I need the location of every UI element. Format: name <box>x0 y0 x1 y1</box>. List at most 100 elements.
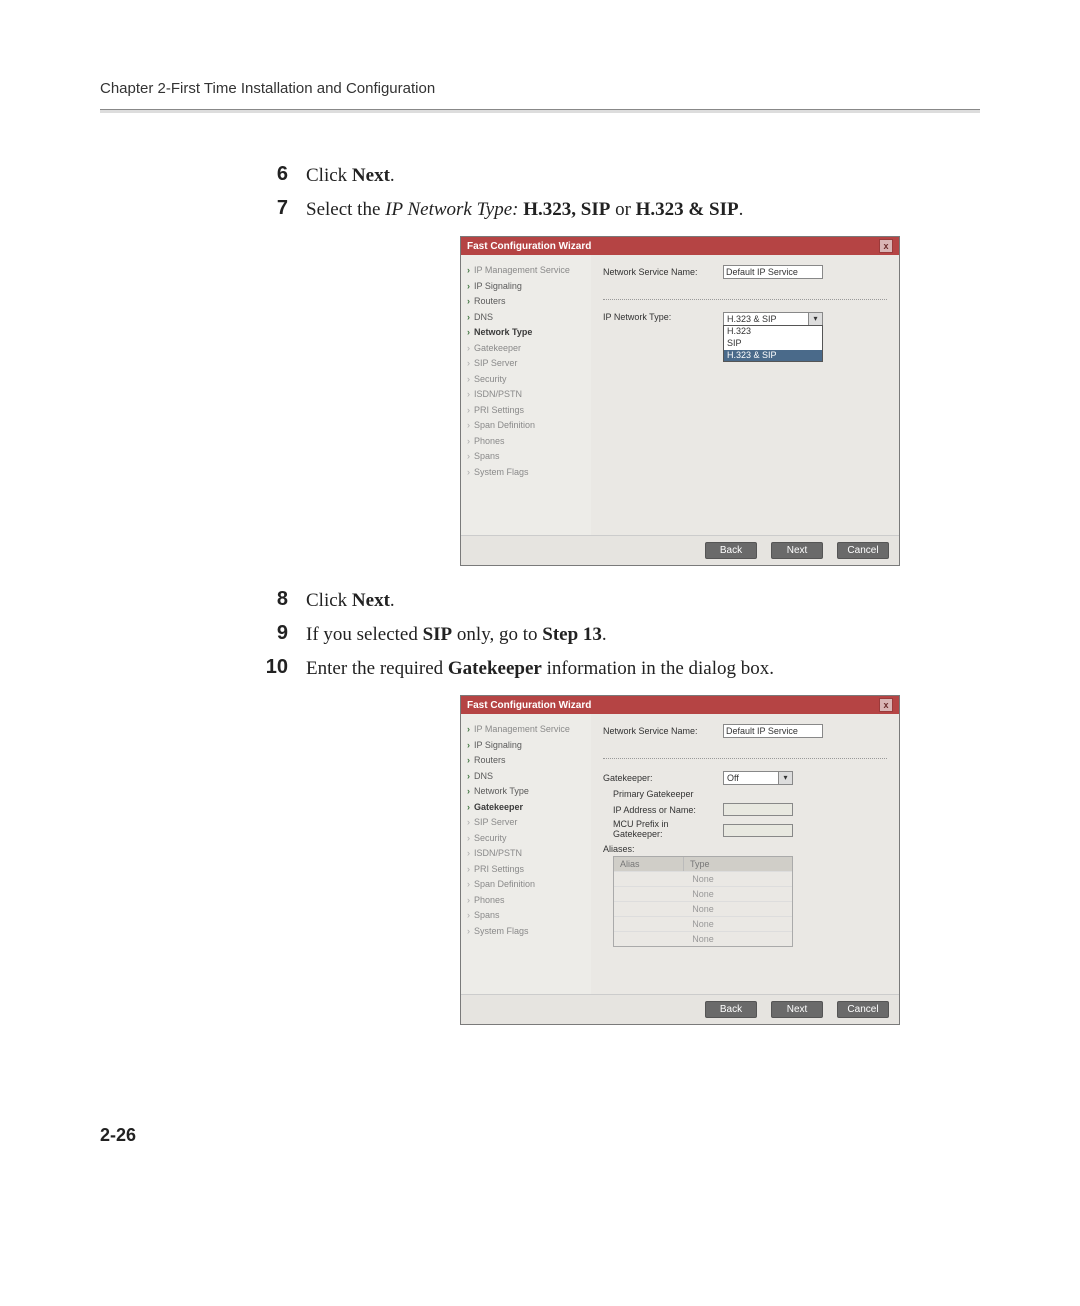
wizard-title: Fast Configuration Wizard <box>467 700 591 711</box>
wizard-title: Fast Configuration Wizard <box>467 241 591 252</box>
sidebar-item-label: System Flags <box>474 466 529 480</box>
sidebar-item[interactable]: ›Network Type <box>467 784 585 800</box>
chevron-down-icon: ▾ <box>808 313 822 325</box>
sidebar-item[interactable]: › IP Signaling <box>467 738 585 754</box>
text: If you selected <box>306 624 423 645</box>
step-text: Click Next. <box>306 588 395 614</box>
dropdown-list[interactable]: H.323 SIP H.323 & SIP <box>723 325 823 362</box>
sidebar-item[interactable]: ›Span Definition <box>467 418 585 434</box>
chevron-icon: › <box>467 785 470 799</box>
step-7: 7 Select the IP Network Type: H.323, SIP… <box>260 197 980 223</box>
header-rule <box>100 109 980 113</box>
sidebar-item[interactable]: ›Routers <box>467 294 585 310</box>
sidebar-item[interactable]: ›Spans <box>467 908 585 924</box>
mcu-prefix-row: MCU Prefix in Gatekeeper: <box>603 820 887 840</box>
sidebar-item-label: Network Type <box>474 326 532 340</box>
sidebar-item[interactable]: ›Spans <box>467 449 585 465</box>
back-button[interactable]: Back <box>705 542 757 559</box>
dropdown-option-selected[interactable]: H.323 & SIP <box>724 350 822 362</box>
gatekeeper-select[interactable]: Off ▾ <box>723 771 793 785</box>
sidebar-item-label: IP Management Service <box>474 723 570 737</box>
chevron-icon: › <box>467 295 470 309</box>
select-value: H.323 & SIP <box>724 313 780 325</box>
sidebar-item-label: Routers <box>474 754 506 768</box>
sidebar-item[interactable]: ›Span Definition <box>467 877 585 893</box>
bold-text: Step 13 <box>542 624 602 645</box>
chevron-icon: › <box>467 739 470 753</box>
steps-list: 6 Click Next. 7 Select the IP Network Ty… <box>260 163 980 1025</box>
chevron-icon: › <box>467 450 470 464</box>
cancel-button[interactable]: Cancel <box>837 542 889 559</box>
sidebar-item[interactable]: ›DNS <box>467 769 585 785</box>
sidebar-item[interactable]: ›SIP Server <box>467 356 585 372</box>
close-icon[interactable]: x <box>879 239 893 253</box>
sidebar-item[interactable]: › ISDN/PSTN <box>467 846 585 862</box>
sidebar-item-label: ISDN/PSTN <box>474 847 522 861</box>
sidebar-item[interactable]: ›Phones <box>467 434 585 450</box>
sidebar-item[interactable]: ›Security <box>467 372 585 388</box>
step-number: 7 <box>260 197 288 220</box>
select-value: Off <box>724 772 742 784</box>
sidebar-item[interactable]: ›SIP Server <box>467 815 585 831</box>
network-service-name-row: Network Service Name: Default IP Service <box>603 265 887 279</box>
chevron-icon: › <box>467 264 470 278</box>
step-9: 9 If you selected SIP only, go to Step 1… <box>260 622 980 648</box>
table-header-alias: Alias <box>614 857 684 871</box>
chevron-icon: › <box>467 723 470 737</box>
sidebar-item[interactable]: ›IP Signaling <box>467 279 585 295</box>
sidebar-item[interactable]: › IP Management Service <box>467 722 585 738</box>
chevron-icon: › <box>467 925 470 939</box>
chevron-icon: › <box>467 373 470 387</box>
ip-address-input[interactable] <box>723 803 793 816</box>
sidebar-item-gatekeeper[interactable]: ›Gatekeeper <box>467 800 585 816</box>
bold-text: H.323, SIP <box>518 199 610 220</box>
italic-text: IP Network Type: <box>385 199 518 220</box>
chevron-icon: › <box>467 878 470 892</box>
step-8: 8 Click Next. <box>260 588 980 614</box>
sidebar-item[interactable]: ›DNS <box>467 310 585 326</box>
mcu-prefix-input[interactable] <box>723 824 793 837</box>
text: . <box>739 199 744 220</box>
sidebar-item-label: System Flags <box>474 925 529 939</box>
next-button[interactable]: Next <box>771 542 823 559</box>
dropdown-option[interactable]: H.323 <box>724 326 822 338</box>
sidebar-item-label: IP Signaling <box>474 739 522 753</box>
chevron-icon: › <box>467 847 470 861</box>
network-service-name-input[interactable]: Default IP Service <box>723 724 823 738</box>
table-row[interactable]: None <box>614 931 792 946</box>
sidebar-item[interactable]: › System Flags <box>467 924 585 940</box>
cancel-button[interactable]: Cancel <box>837 1001 889 1018</box>
table-row[interactable]: None <box>614 901 792 916</box>
aliases-table: Alias Type None None None None None <box>613 856 793 947</box>
table-header: Alias Type <box>614 857 792 871</box>
table-row[interactable]: None <box>614 886 792 901</box>
chevron-icon: › <box>467 357 470 371</box>
network-service-name-input[interactable]: Default IP Service <box>723 265 823 279</box>
sidebar-item[interactable]: › System Flags <box>467 465 585 481</box>
sidebar-item[interactable]: ›Security <box>467 831 585 847</box>
sidebar-item-network-type[interactable]: ›Network Type <box>467 325 585 341</box>
sidebar-item[interactable]: ›IP Management Service <box>467 263 585 279</box>
wizard-footer: Back Next Cancel <box>461 994 899 1024</box>
ip-network-type-row: IP Network Type: H.323 & SIP ▾ H.323 SIP… <box>603 312 887 362</box>
sidebar-item-label: IP Signaling <box>474 280 522 294</box>
table-row[interactable]: None <box>614 916 792 931</box>
sidebar-item[interactable]: ›Routers <box>467 753 585 769</box>
dropdown-option[interactable]: SIP <box>724 338 822 350</box>
sidebar-item[interactable]: ›PRI Settings <box>467 403 585 419</box>
sidebar-item[interactable]: ›ISDN/PSTN <box>467 387 585 403</box>
close-icon[interactable]: x <box>879 698 893 712</box>
sidebar-item[interactable]: ›Gatekeeper <box>467 341 585 357</box>
ip-network-type-select[interactable]: H.323 & SIP ▾ <box>723 312 823 326</box>
wizard-screenshot-2: Fast Configuration Wizard x › IP Manageme… <box>460 695 900 1025</box>
chevron-down-icon: ▾ <box>778 772 792 784</box>
table-row[interactable]: None <box>614 871 792 886</box>
chevron-icon: › <box>467 466 470 480</box>
sidebar-item[interactable]: ›Phones <box>467 893 585 909</box>
chevron-icon: › <box>467 909 470 923</box>
sidebar-item[interactable]: ›PRI Settings <box>467 862 585 878</box>
text: information in the dialog box. <box>542 658 774 679</box>
chapter-header: Chapter 2-First Time Installation and Co… <box>100 80 980 97</box>
next-button[interactable]: Next <box>771 1001 823 1018</box>
back-button[interactable]: Back <box>705 1001 757 1018</box>
